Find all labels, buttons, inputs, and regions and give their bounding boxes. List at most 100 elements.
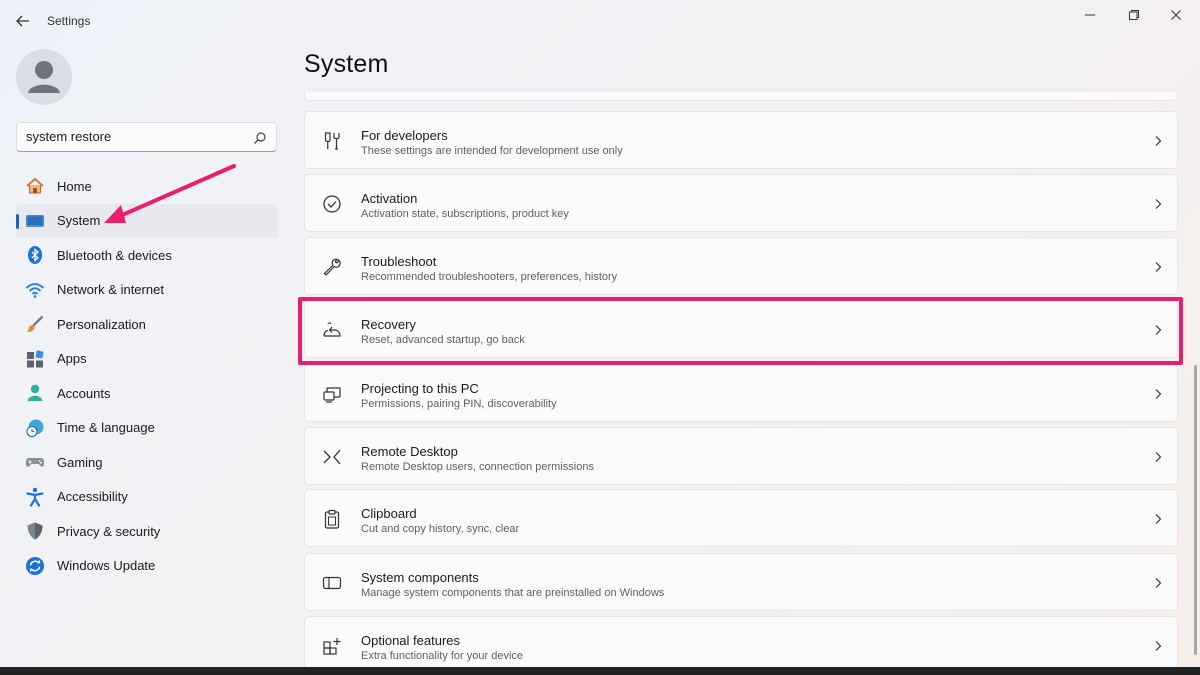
minimize-icon bbox=[1085, 14, 1095, 16]
sidebar-item-system[interactable]: System bbox=[16, 203, 278, 238]
card-subtitle: These settings are intended for developm… bbox=[361, 145, 623, 157]
card-subtitle: Extra functionality for your device bbox=[361, 650, 524, 662]
minimize-button[interactable] bbox=[1070, 4, 1110, 26]
card-title: Recovery bbox=[361, 317, 416, 332]
card-subtitle: Activation state, subscriptions, product… bbox=[361, 208, 569, 220]
app-title: Settings bbox=[47, 14, 91, 28]
chevron-right-icon bbox=[1155, 262, 1162, 272]
monitor-icon bbox=[25, 211, 45, 231]
card-title: Remote Desktop bbox=[361, 444, 458, 459]
optional-features-icon bbox=[321, 635, 343, 657]
card-subtitle: Remote Desktop users, connection permiss… bbox=[361, 461, 594, 473]
settings-list: For developers These settings are intend… bbox=[304, 92, 1178, 667]
search-icon[interactable] bbox=[253, 131, 267, 145]
sidebar-item-network[interactable]: Network & internet bbox=[16, 273, 278, 308]
chevron-right-icon bbox=[1155, 578, 1162, 588]
sidebar-item-label: Gaming bbox=[57, 454, 103, 470]
sidebar-item-label: Accessibility bbox=[57, 489, 128, 505]
projecting-icon bbox=[321, 383, 343, 405]
clipboard-icon bbox=[321, 508, 343, 530]
settings-card-troubleshoot[interactable]: Troubleshoot Recommended troubleshooters… bbox=[304, 237, 1178, 295]
card-subtitle: Permissions, pairing PIN, discoverabilit… bbox=[361, 398, 557, 410]
settings-card-projecting[interactable]: Projecting to this PC Permissions, pairi… bbox=[304, 364, 1178, 422]
card-subtitle: Recommended troubleshooters, preferences… bbox=[361, 271, 618, 283]
sidebar-item-label: Bluetooth & devices bbox=[57, 247, 172, 263]
chevron-right-icon bbox=[1155, 641, 1162, 651]
system-components-icon bbox=[321, 572, 343, 594]
sidebar-item-accessibility[interactable]: Accessibility bbox=[16, 480, 278, 515]
card-title: Activation bbox=[361, 191, 418, 206]
scrollbar[interactable] bbox=[1194, 365, 1197, 655]
sidebar-item-gaming[interactable]: Gaming bbox=[16, 445, 278, 480]
taskbar-edge bbox=[0, 667, 1200, 675]
settings-card-partial[interactable] bbox=[304, 92, 1178, 101]
settings-card-clipboard[interactable]: Clipboard Cut and copy history, sync, cl… bbox=[304, 489, 1178, 547]
wrench-icon bbox=[321, 256, 343, 278]
sidebar-item-accounts[interactable]: Accounts bbox=[16, 376, 278, 411]
sidebar-item-label: Windows Update bbox=[57, 558, 156, 574]
sidebar-nav: Home System Bluetooth & devices Network … bbox=[16, 169, 278, 583]
wifi-icon bbox=[25, 280, 45, 300]
sidebar-item-home[interactable]: Home bbox=[16, 169, 278, 204]
card-title: System components bbox=[361, 570, 479, 585]
card-title: Troubleshoot bbox=[361, 254, 437, 269]
sidebar-item-label: System bbox=[57, 213, 101, 229]
card-title: Projecting to this PC bbox=[361, 381, 479, 396]
sidebar-item-label: Home bbox=[57, 178, 92, 194]
chevron-right-icon bbox=[1155, 325, 1162, 335]
accessibility-icon bbox=[25, 487, 45, 507]
settings-card-remote-desktop[interactable]: Remote Desktop Remote Desktop users, con… bbox=[304, 427, 1178, 485]
update-icon bbox=[25, 556, 45, 576]
chevron-right-icon bbox=[1155, 389, 1162, 399]
gamepad-icon bbox=[25, 452, 45, 472]
recovery-icon bbox=[321, 319, 343, 341]
globe-clock-icon bbox=[25, 418, 45, 438]
apps-icon bbox=[25, 349, 45, 369]
sidebar-item-label: Accounts bbox=[57, 385, 111, 401]
check-circle-icon bbox=[321, 193, 343, 215]
sidebar-item-personalization[interactable]: Personalization bbox=[16, 307, 278, 342]
home-icon bbox=[25, 176, 45, 196]
sidebar-item-bluetooth[interactable]: Bluetooth & devices bbox=[16, 238, 278, 273]
person-avatar-icon bbox=[28, 61, 60, 93]
sidebar-item-windows-update[interactable]: Windows Update bbox=[16, 549, 278, 584]
title-bar: Settings bbox=[0, 0, 1200, 40]
card-subtitle: Reset, advanced startup, go back bbox=[361, 334, 525, 346]
shield-icon bbox=[25, 521, 45, 541]
search-input[interactable] bbox=[26, 129, 246, 144]
maximize-icon bbox=[1129, 10, 1139, 20]
page-title: System bbox=[304, 50, 389, 78]
card-title: Clipboard bbox=[361, 506, 417, 521]
close-icon bbox=[1171, 10, 1181, 20]
settings-card-for-developers[interactable]: For developers These settings are intend… bbox=[304, 111, 1178, 169]
card-subtitle: Manage system components that are preins… bbox=[361, 587, 665, 599]
chevron-right-icon bbox=[1155, 199, 1162, 209]
card-subtitle: Cut and copy history, sync, clear bbox=[361, 523, 520, 535]
sidebar-item-label: Personalization bbox=[57, 316, 146, 332]
settings-card-system-components[interactable]: System components Manage system componen… bbox=[304, 553, 1178, 611]
back-arrow-icon bbox=[16, 15, 29, 27]
sidebar-item-time-language[interactable]: Time & language bbox=[16, 411, 278, 446]
settings-card-activation[interactable]: Activation Activation state, subscriptio… bbox=[304, 174, 1178, 232]
settings-card-optional-features[interactable]: Optional features Extra functionality fo… bbox=[304, 616, 1178, 667]
back-button[interactable] bbox=[12, 10, 34, 32]
chevron-right-icon bbox=[1155, 452, 1162, 462]
sidebar-item-label: Privacy & security bbox=[57, 523, 161, 539]
sidebar-item-label: Apps bbox=[57, 351, 87, 367]
chevron-right-icon bbox=[1155, 136, 1162, 146]
remote-desktop-icon bbox=[321, 446, 343, 468]
sidebar-item-apps[interactable]: Apps bbox=[16, 342, 278, 377]
bluetooth-icon bbox=[25, 245, 45, 265]
settings-card-recovery[interactable]: Recovery Reset, advanced startup, go bac… bbox=[304, 300, 1178, 358]
maximize-button[interactable] bbox=[1114, 4, 1154, 26]
sidebar-item-privacy-security[interactable]: Privacy & security bbox=[16, 514, 278, 549]
search-box[interactable] bbox=[16, 122, 277, 152]
card-title: For developers bbox=[361, 128, 448, 143]
close-button[interactable] bbox=[1156, 4, 1196, 26]
person-icon bbox=[25, 383, 45, 403]
sidebar-item-label: Time & language bbox=[57, 420, 155, 436]
brush-icon bbox=[25, 314, 45, 334]
avatar[interactable] bbox=[16, 49, 72, 105]
chevron-right-icon bbox=[1155, 514, 1162, 524]
sidebar-item-label: Network & internet bbox=[57, 282, 164, 298]
